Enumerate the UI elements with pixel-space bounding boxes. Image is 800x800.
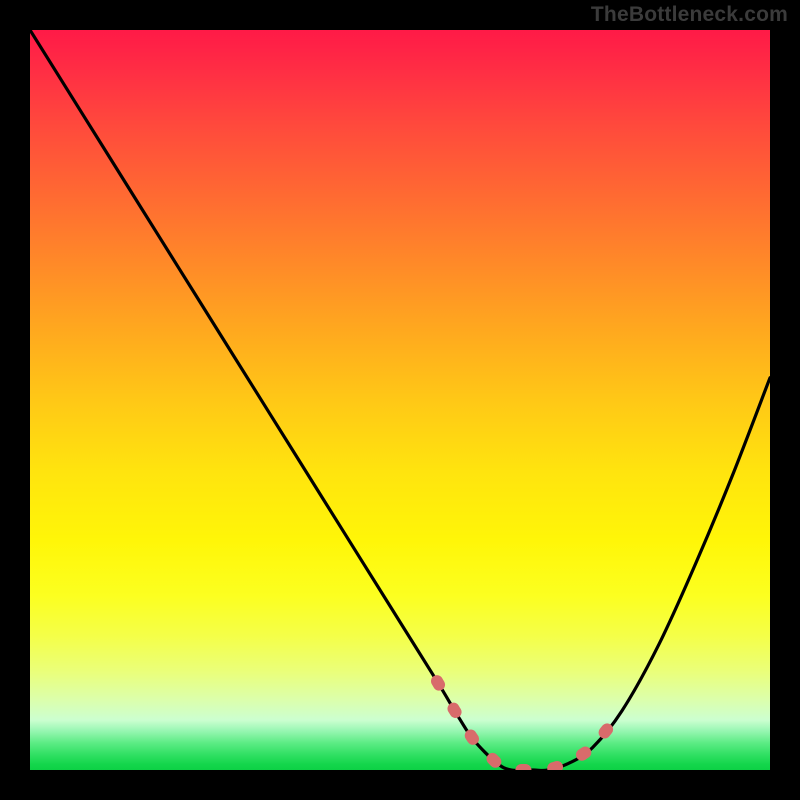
gradient-upper [30, 30, 770, 720]
gradient-lower [30, 720, 770, 770]
plot-background [30, 30, 770, 770]
chart-frame: TheBottleneck.com [0, 0, 800, 800]
watermark-text: TheBottleneck.com [591, 3, 788, 27]
